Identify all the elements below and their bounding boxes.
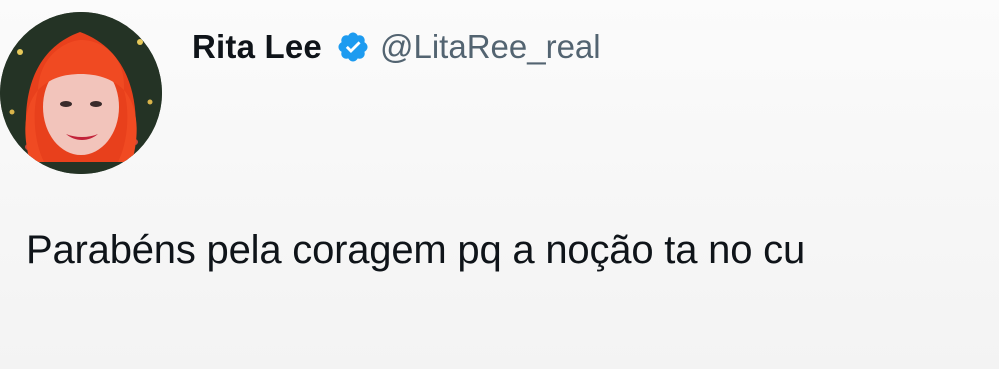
tweet-card: Rita Lee @LitaRee_real Parabéns pela cor… <box>0 0 999 369</box>
tweet-header: Rita Lee @LitaRee_real <box>192 22 601 72</box>
user-handle[interactable]: @LitaRee_real <box>380 28 601 66</box>
verified-badge-icon <box>336 30 370 64</box>
tweet-text: Parabéns pela coragem pq a noção ta no c… <box>26 228 806 272</box>
avatar[interactable] <box>0 12 162 174</box>
avatar-image <box>0 12 162 174</box>
display-name[interactable]: Rita Lee <box>192 28 322 66</box>
